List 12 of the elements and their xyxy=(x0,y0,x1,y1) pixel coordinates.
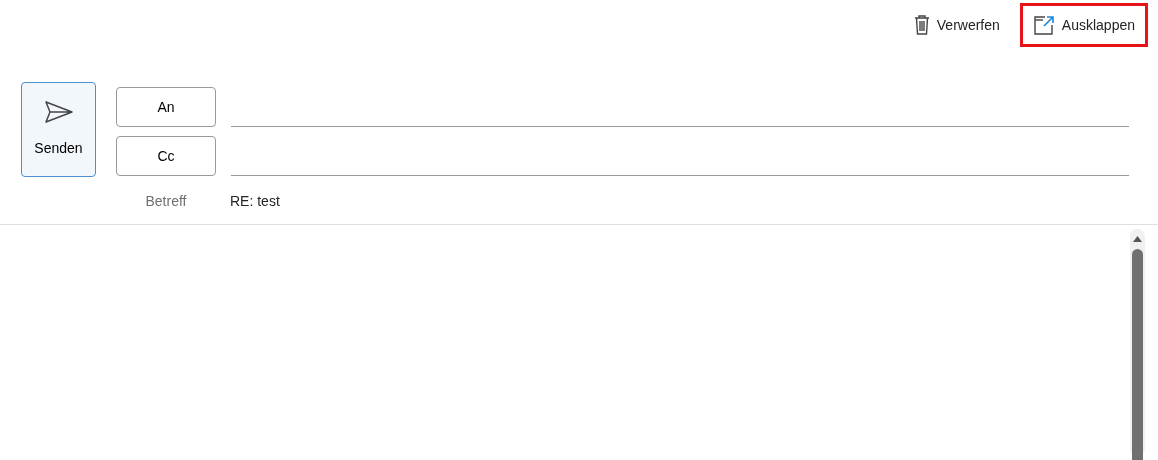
popout-button[interactable]: Ausklappen xyxy=(1019,3,1148,47)
subject-label: Betreff xyxy=(144,191,188,211)
scroll-thumb[interactable] xyxy=(1132,248,1143,460)
discard-button[interactable]: Verwerfen xyxy=(900,3,1013,47)
recipient-button[interactable]: An xyxy=(116,87,216,127)
trash-icon xyxy=(913,15,930,35)
recipient-button[interactable]: Cc xyxy=(116,136,216,176)
popout-icon xyxy=(1032,15,1055,35)
scroll-up-icon[interactable] xyxy=(1132,234,1143,243)
subject-field[interactable]: RE: test xyxy=(230,190,280,212)
send-button[interactable]: Senden xyxy=(21,82,96,177)
send-icon xyxy=(43,100,74,124)
